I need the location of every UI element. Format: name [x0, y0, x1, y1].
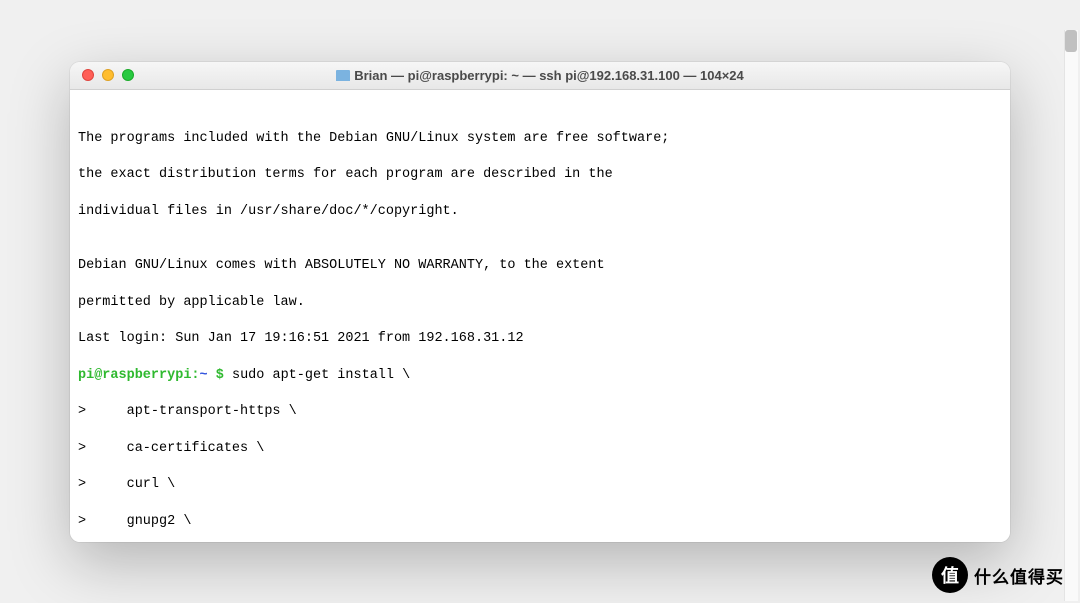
output-line: individual files in /usr/share/doc/*/cop…	[78, 203, 1002, 221]
output-line: permitted by applicable law.	[78, 294, 1002, 312]
watermark: 值 什么值得买	[932, 557, 1064, 593]
last-login: Last login: Sun Jan 17 19:16:51 2021 fro…	[78, 330, 1002, 348]
prompt-line: pi@raspberrypi:~ $ sudo apt-get install …	[78, 367, 1002, 385]
terminal-window: Brian — pi@raspberrypi: ~ — ssh pi@192.1…	[70, 62, 1010, 542]
watermark-badge-icon: 值	[932, 557, 968, 593]
window-controls	[70, 69, 134, 81]
terminal-content[interactable]: The programs included with the Debian GN…	[70, 90, 1010, 542]
title-label: Brian — pi@raspberrypi: ~ — ssh pi@192.1…	[354, 68, 744, 83]
prompt-user: pi@raspberrypi	[78, 368, 191, 383]
minimize-icon[interactable]	[102, 69, 114, 81]
continuation-line: > ca-certificates \	[78, 440, 1002, 458]
continuation-line: > apt-transport-https \	[78, 403, 1002, 421]
continuation-line: > curl \	[78, 476, 1002, 494]
output-line: Debian GNU/Linux comes with ABSOLUTELY N…	[78, 257, 1002, 275]
maximize-icon[interactable]	[122, 69, 134, 81]
command-text: sudo apt-get install \	[232, 368, 410, 383]
prompt-path: ~	[200, 368, 208, 383]
title-bar[interactable]: Brian — pi@raspberrypi: ~ — ssh pi@192.1…	[70, 62, 1010, 90]
output-line: the exact distribution terms for each pr…	[78, 166, 1002, 184]
prompt-dollar: $	[216, 368, 224, 383]
folder-icon	[336, 70, 350, 81]
continuation-line: > gnupg2 \	[78, 513, 1002, 531]
window-title: Brian — pi@raspberrypi: ~ — ssh pi@192.1…	[70, 68, 1010, 83]
close-icon[interactable]	[82, 69, 94, 81]
watermark-text: 什么值得买	[974, 563, 1064, 588]
output-line: The programs included with the Debian GN…	[78, 130, 1002, 148]
prompt-colon: :	[191, 368, 199, 383]
